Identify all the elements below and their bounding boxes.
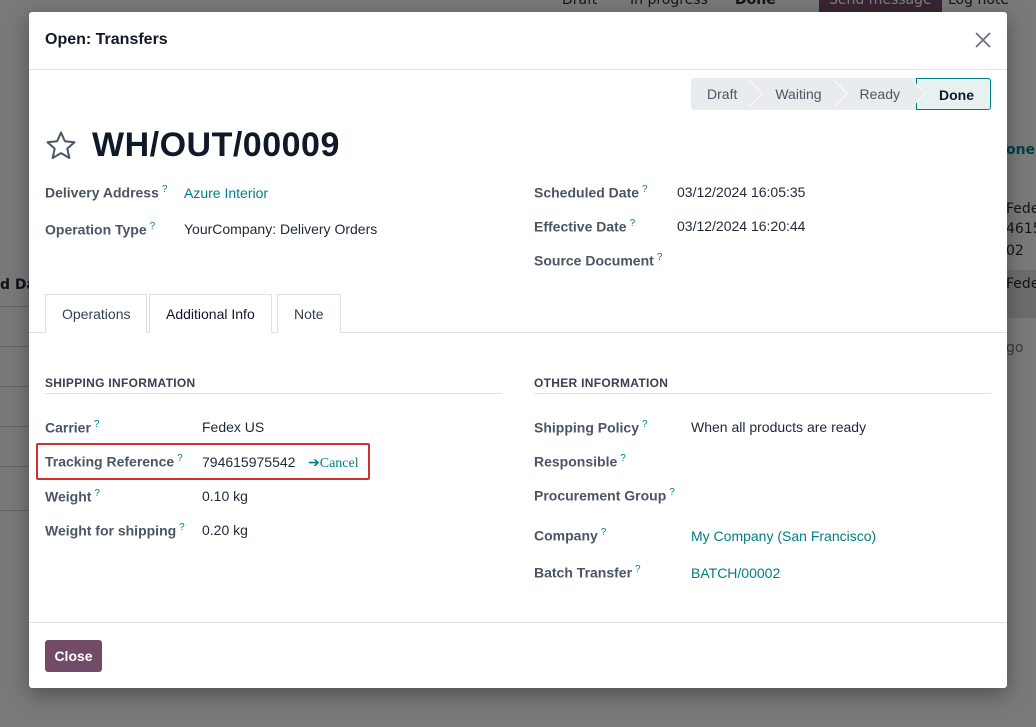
carrier-label: Carrier? [45, 419, 100, 436]
help-icon[interactable]: ? [642, 419, 648, 430]
source-document-label: Source Document? [534, 252, 663, 269]
transfer-dialog: Open: Transfers Draft Waiting Ready Done… [29, 12, 1007, 688]
weight-label: Weight? [45, 488, 100, 505]
weight-value[interactable]: 0.10 kg [202, 488, 248, 504]
weight-for-shipping-label: Weight for shipping? [45, 522, 185, 539]
help-icon[interactable]: ? [635, 564, 641, 575]
close-button[interactable]: Close [45, 640, 102, 672]
status-draft[interactable]: Draft [691, 78, 754, 110]
company-label: Company? [534, 527, 607, 544]
effective-date-label: Effective Date? [534, 218, 636, 235]
dialog-header: Open: Transfers [29, 12, 1007, 70]
status-waiting[interactable]: Waiting [753, 78, 838, 110]
help-icon[interactable]: ? [669, 487, 675, 498]
star-icon[interactable] [45, 130, 77, 162]
shipping-policy-value[interactable]: When all products are ready [691, 419, 866, 435]
shipping-section-title: SHIPPING INFORMATION [45, 376, 196, 390]
cancel-shipment-link[interactable]: ➔Cancel [308, 455, 359, 472]
delivery-address-label: Delivery Address? [45, 184, 168, 201]
help-icon[interactable]: ? [162, 184, 168, 195]
carrier-value[interactable]: Fedex US [202, 419, 264, 435]
tracking-reference-label: Tracking Reference? [45, 453, 183, 470]
help-icon[interactable]: ? [620, 453, 626, 464]
status-ready[interactable]: Ready [837, 78, 916, 110]
other-section-title: OTHER INFORMATION [534, 376, 669, 390]
batch-transfer-label: Batch Transfer? [534, 564, 641, 581]
tab-additional-info[interactable]: Additional Info [149, 294, 272, 333]
help-icon[interactable]: ? [642, 184, 648, 195]
operation-type-value: YourCompany: Delivery Orders [184, 221, 378, 237]
effective-date-value: 03/12/2024 16:20:44 [677, 218, 806, 234]
batch-transfer-value[interactable]: BATCH/00002 [691, 565, 780, 581]
help-icon[interactable]: ? [94, 419, 100, 430]
weight-for-shipping-value[interactable]: 0.20 kg [202, 522, 248, 538]
footer-divider [29, 622, 1007, 623]
procurement-group-label: Procurement Group? [534, 487, 675, 504]
help-icon[interactable]: ? [177, 453, 183, 464]
help-icon[interactable]: ? [630, 218, 636, 229]
responsible-label: Responsible? [534, 453, 626, 470]
status-done[interactable]: Done [916, 78, 991, 110]
status-bar: Draft Waiting Ready Done [691, 78, 991, 110]
help-icon[interactable]: ? [601, 527, 607, 538]
tab-note[interactable]: Note [277, 294, 341, 333]
section-divider [534, 393, 991, 394]
help-icon[interactable]: ? [150, 221, 156, 232]
company-value[interactable]: My Company (San Francisco) [691, 528, 876, 544]
scheduled-date-label: Scheduled Date? [534, 184, 648, 201]
help-icon[interactable]: ? [179, 522, 185, 533]
dialog-title: Open: Transfers [45, 31, 168, 48]
help-icon[interactable]: ? [657, 252, 663, 263]
tab-operations[interactable]: Operations [45, 294, 148, 333]
scheduled-date-value: 03/12/2024 16:05:35 [677, 184, 806, 200]
shipping-policy-label: Shipping Policy? [534, 419, 648, 436]
tracking-reference-value[interactable]: 794615975542 [202, 454, 295, 470]
record-title: WH/OUT/00009 [92, 126, 340, 164]
close-icon[interactable] [975, 32, 991, 48]
section-divider [45, 393, 502, 394]
operation-type-label: Operation Type? [45, 221, 156, 238]
help-icon[interactable]: ? [94, 488, 100, 499]
delivery-address-value[interactable]: Azure Interior [184, 185, 268, 201]
